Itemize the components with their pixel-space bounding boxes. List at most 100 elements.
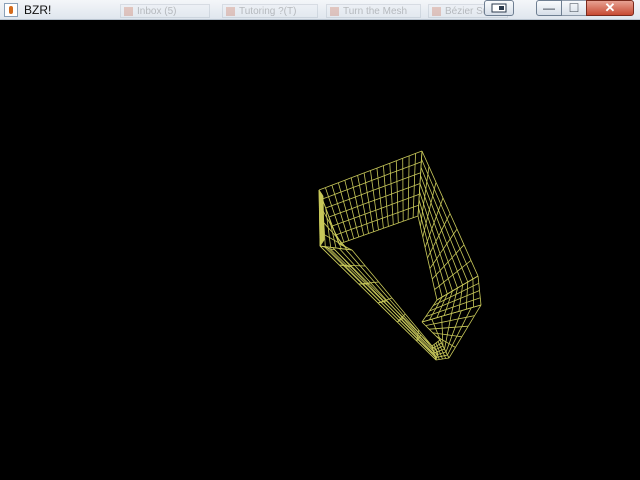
mesh-line	[439, 353, 442, 357]
mesh-line	[449, 213, 458, 230]
mesh-line	[435, 327, 443, 330]
mesh-line	[424, 223, 427, 231]
mesh-line	[446, 243, 453, 258]
mesh-line	[362, 204, 366, 215]
mesh-line	[379, 198, 382, 209]
maximize-button[interactable]: ☐	[561, 0, 587, 16]
mesh-line	[435, 241, 441, 254]
mesh-line	[446, 238, 451, 245]
mesh-line	[396, 157, 403, 162]
mesh-line	[457, 267, 463, 272]
title-bar[interactable]: BZR! Inbox (5) Tutoring ?(T) Turn the Me…	[0, 0, 640, 20]
mesh-line	[441, 224, 445, 231]
mesh-line	[351, 227, 357, 230]
mesh-line	[366, 221, 373, 225]
mesh-line	[382, 216, 388, 219]
close-button[interactable]: ✕	[586, 0, 634, 16]
mesh-line	[391, 193, 393, 205]
mesh-line	[441, 348, 445, 351]
mesh-line	[445, 341, 450, 345]
mesh-line	[427, 241, 431, 253]
window-switch-button[interactable]	[484, 0, 514, 16]
mesh-line	[357, 175, 360, 186]
mesh-line	[444, 348, 447, 353]
mesh-line	[396, 168, 403, 172]
mesh-line	[334, 194, 338, 204]
mesh-line	[452, 270, 458, 276]
mesh-line	[384, 173, 391, 177]
app-window: BZR! Inbox (5) Tutoring ?(T) Turn the Me…	[0, 0, 640, 480]
mesh-line	[452, 304, 460, 308]
mesh-line	[359, 213, 366, 217]
mesh-line	[435, 274, 440, 287]
mesh-line	[435, 210, 439, 217]
mesh-line	[407, 217, 414, 220]
mesh-line	[343, 219, 349, 223]
mesh-line	[340, 230, 347, 234]
mesh-line	[343, 198, 350, 202]
mesh-line	[449, 233, 454, 240]
mesh-line	[351, 206, 358, 209]
mesh-line	[345, 229, 352, 232]
mesh-line	[398, 220, 404, 224]
minimize-button[interactable]: —	[536, 0, 562, 16]
mesh-line	[334, 212, 341, 216]
mesh-line	[358, 234, 364, 238]
mesh-line	[414, 172, 421, 176]
mesh-line	[338, 179, 345, 184]
mesh-line	[451, 307, 454, 314]
mesh-line	[337, 221, 344, 225]
mesh-line	[340, 191, 344, 202]
mesh-line	[461, 288, 468, 292]
mesh-line	[376, 168, 379, 179]
mesh-line	[429, 228, 433, 236]
mesh-line	[425, 216, 429, 224]
mesh-line	[370, 209, 376, 213]
mesh-line	[356, 225, 362, 228]
mesh-line	[421, 218, 425, 231]
mesh-line	[472, 275, 479, 280]
mesh-line	[467, 285, 474, 290]
mesh-line	[473, 297, 481, 301]
mesh-line	[425, 325, 430, 330]
mesh-line	[351, 175, 358, 179]
mesh-line	[478, 283, 480, 291]
mesh-line	[451, 253, 457, 258]
mesh-line	[380, 208, 383, 219]
mesh-line	[326, 246, 345, 266]
mesh-line	[433, 222, 440, 236]
mesh-line	[427, 166, 430, 175]
mesh-line	[458, 304, 461, 312]
render-canvas[interactable]	[3, 23, 637, 477]
mesh-line	[446, 327, 450, 335]
mesh-line	[370, 212, 373, 222]
mesh-line	[391, 191, 398, 195]
mesh-line	[343, 240, 350, 243]
mesh-line	[434, 345, 438, 348]
mesh-line	[418, 199, 420, 208]
mesh-line	[365, 180, 372, 184]
mesh-line	[361, 192, 368, 196]
mesh-line	[459, 244, 465, 250]
mesh-line	[452, 274, 458, 289]
mesh-line	[442, 345, 445, 350]
window-switch-icon	[491, 3, 507, 13]
mesh-line	[340, 189, 348, 193]
mesh-line	[446, 218, 454, 235]
mesh-line	[397, 189, 404, 193]
mesh-line	[427, 257, 431, 269]
mesh-line	[444, 354, 448, 357]
mesh-line	[440, 352, 444, 355]
mesh-line	[420, 218, 422, 227]
mesh-line	[353, 218, 357, 228]
mesh-line	[368, 202, 371, 213]
mesh-line	[389, 160, 397, 164]
mesh-line	[349, 196, 356, 200]
mesh-line	[430, 202, 437, 217]
mesh-line	[432, 189, 435, 196]
mesh-line	[383, 226, 389, 229]
mesh-line	[340, 210, 347, 214]
java-app-icon[interactable]	[4, 3, 18, 17]
mesh-line	[370, 170, 373, 181]
mesh-line	[439, 358, 443, 360]
